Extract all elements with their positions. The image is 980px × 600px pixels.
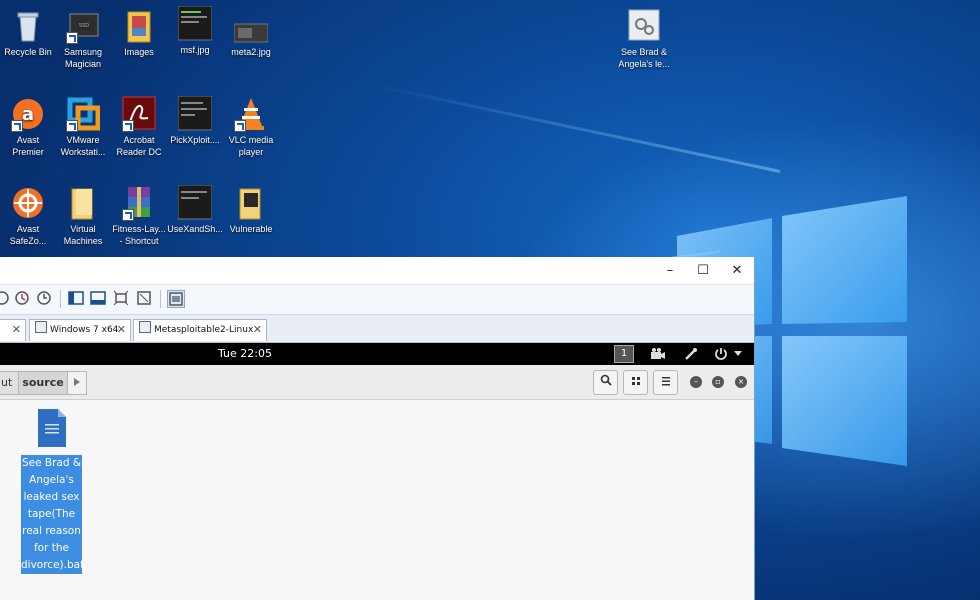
power-icon[interactable] bbox=[714, 347, 728, 361]
image-file-icon bbox=[233, 8, 269, 44]
minimize-circle-icon[interactable]: – bbox=[690, 376, 702, 388]
search-button[interactable] bbox=[593, 370, 618, 395]
settings-file-icon bbox=[627, 8, 661, 44]
desktop-icon-vmware[interactable]: VMware Workstati... bbox=[55, 96, 111, 158]
thumbnail-view-icon[interactable] bbox=[167, 290, 185, 308]
desktop-icon-avast-safezone[interactable]: Avast SafeZo... bbox=[0, 185, 56, 247]
unity-icon[interactable] bbox=[136, 290, 152, 306]
video-camera-icon[interactable] bbox=[650, 347, 666, 361]
folder-icon bbox=[66, 185, 100, 221]
desktop-icon-acrobat[interactable]: Acrobat Reader DC bbox=[111, 96, 167, 158]
toolbar-divider bbox=[160, 290, 161, 308]
desktop-icon-virtual-machines[interactable]: Virtual Machines bbox=[55, 185, 111, 247]
workspace-indicator[interactable]: 1 bbox=[614, 345, 634, 363]
vm-icon bbox=[139, 321, 151, 333]
file-name-label: See Brad & Angela's leaked sex tape(The … bbox=[21, 455, 84, 574]
folder-icon bbox=[234, 185, 268, 221]
grid-icon bbox=[631, 377, 640, 385]
console-view-icon[interactable] bbox=[90, 290, 106, 306]
chevron-right-icon bbox=[74, 378, 80, 386]
breadcrumb-source[interactable]: source bbox=[18, 371, 68, 395]
snapshot-icon[interactable] bbox=[0, 290, 10, 306]
toolbar-divider bbox=[60, 290, 61, 308]
breadcrumb-next[interactable] bbox=[67, 371, 87, 395]
recycle-bin-icon bbox=[11, 8, 45, 44]
tab-close-icon[interactable]: ✕ bbox=[253, 320, 262, 340]
vlc-icon bbox=[234, 96, 268, 132]
gnome-top-bar: Tue 22:05 1 bbox=[0, 343, 754, 365]
folder-icon bbox=[122, 8, 156, 44]
window-titlebar: – ☐ ✕ bbox=[0, 257, 754, 284]
eyedropper-icon[interactable] bbox=[684, 347, 698, 361]
desktop-icon-meta2-jpg[interactable]: meta2.jpg bbox=[223, 8, 279, 58]
tab-metasploitable[interactable]: Metasploitable2-Linux ✕ bbox=[133, 319, 267, 341]
svg-text:SSD: SSD bbox=[79, 23, 89, 29]
image-file-icon bbox=[177, 95, 213, 132]
vm-tab-bar: ✕ Windows 7 x64 ✕ Metasploitable2-Linux … bbox=[0, 315, 754, 343]
acrobat-icon bbox=[122, 96, 156, 132]
full-screen-icon[interactable] bbox=[113, 290, 129, 306]
view-grid-button[interactable] bbox=[623, 370, 648, 395]
clock[interactable]: Tue 22:05 bbox=[218, 347, 272, 360]
library-view-icon[interactable] bbox=[68, 290, 84, 306]
close-button[interactable]: ✕ bbox=[722, 260, 752, 282]
desktop-icon-usexandsh[interactable]: UseXandSh... bbox=[167, 184, 223, 235]
avast-safezone-icon bbox=[11, 185, 45, 221]
desktop-icon-fitness-shortcut[interactable]: Fitness-Lay... - Shortcut bbox=[111, 185, 167, 247]
minimize-button[interactable]: – bbox=[655, 260, 685, 282]
vmware-toolbar bbox=[0, 284, 754, 315]
search-icon bbox=[600, 374, 612, 386]
tab-close-icon[interactable]: ✕ bbox=[12, 320, 21, 340]
close-circle-icon[interactable]: × bbox=[735, 376, 747, 388]
image-file-icon bbox=[177, 5, 213, 42]
snapshot-manager-icon[interactable] bbox=[36, 290, 52, 306]
tab-label: Metasploitable2-Linux bbox=[154, 325, 254, 335]
vmware-window: – ☐ ✕ ✕ Windows 7 x64 ✕ Metasploitable2-… bbox=[0, 257, 755, 600]
ssd-icon: SSD bbox=[66, 8, 100, 44]
nautilus-header-bar: ut source – ▫ × bbox=[0, 365, 754, 400]
tab-home[interactable]: ✕ bbox=[0, 319, 26, 341]
desktop-icon-vulnerable[interactable]: Vulnerable bbox=[223, 185, 279, 235]
file-view: See Brad & Angela's leaked sex tape(The … bbox=[0, 400, 754, 600]
svg-text:a: a bbox=[22, 104, 34, 125]
desktop-icon-vlc[interactable]: VLC media player bbox=[223, 96, 279, 158]
revert-snapshot-icon[interactable] bbox=[14, 290, 30, 306]
tab-label: Windows 7 x64 bbox=[50, 325, 119, 335]
avast-icon: a bbox=[11, 96, 45, 132]
menu-button[interactable] bbox=[653, 370, 678, 395]
maximize-circle-icon[interactable]: ▫ bbox=[712, 376, 724, 388]
desktop-icon-images[interactable]: Images bbox=[111, 8, 167, 58]
script-file-icon bbox=[38, 409, 66, 447]
maximize-button[interactable]: ☐ bbox=[688, 260, 718, 282]
desktop-icon-msf-jpg[interactable]: msf.jpg bbox=[167, 5, 223, 56]
desktop-icon-brad-angela-bat[interactable]: See Brad & Angela's le... bbox=[616, 8, 672, 70]
desktop-icon-pickxploit[interactable]: PickXploit.... bbox=[167, 95, 223, 146]
tab-close-icon[interactable]: ✕ bbox=[117, 320, 126, 340]
desktop-icon-avast-premier[interactable]: a Avast Premier bbox=[0, 96, 56, 158]
hamburger-menu-icon bbox=[661, 377, 670, 386]
vmware-icon bbox=[66, 96, 101, 132]
winrar-icon bbox=[122, 185, 156, 221]
light-beam bbox=[368, 82, 781, 173]
desktop-icon-samsung-magician[interactable]: SSD Samsung Magician bbox=[55, 8, 111, 70]
chevron-down-icon[interactable] bbox=[734, 351, 742, 357]
tab-windows-7[interactable]: Windows 7 x64 ✕ bbox=[29, 319, 131, 341]
desktop-icon-recycle-bin[interactable]: Recycle Bin bbox=[0, 8, 56, 58]
image-file-icon bbox=[177, 184, 213, 221]
vm-icon bbox=[35, 321, 47, 333]
